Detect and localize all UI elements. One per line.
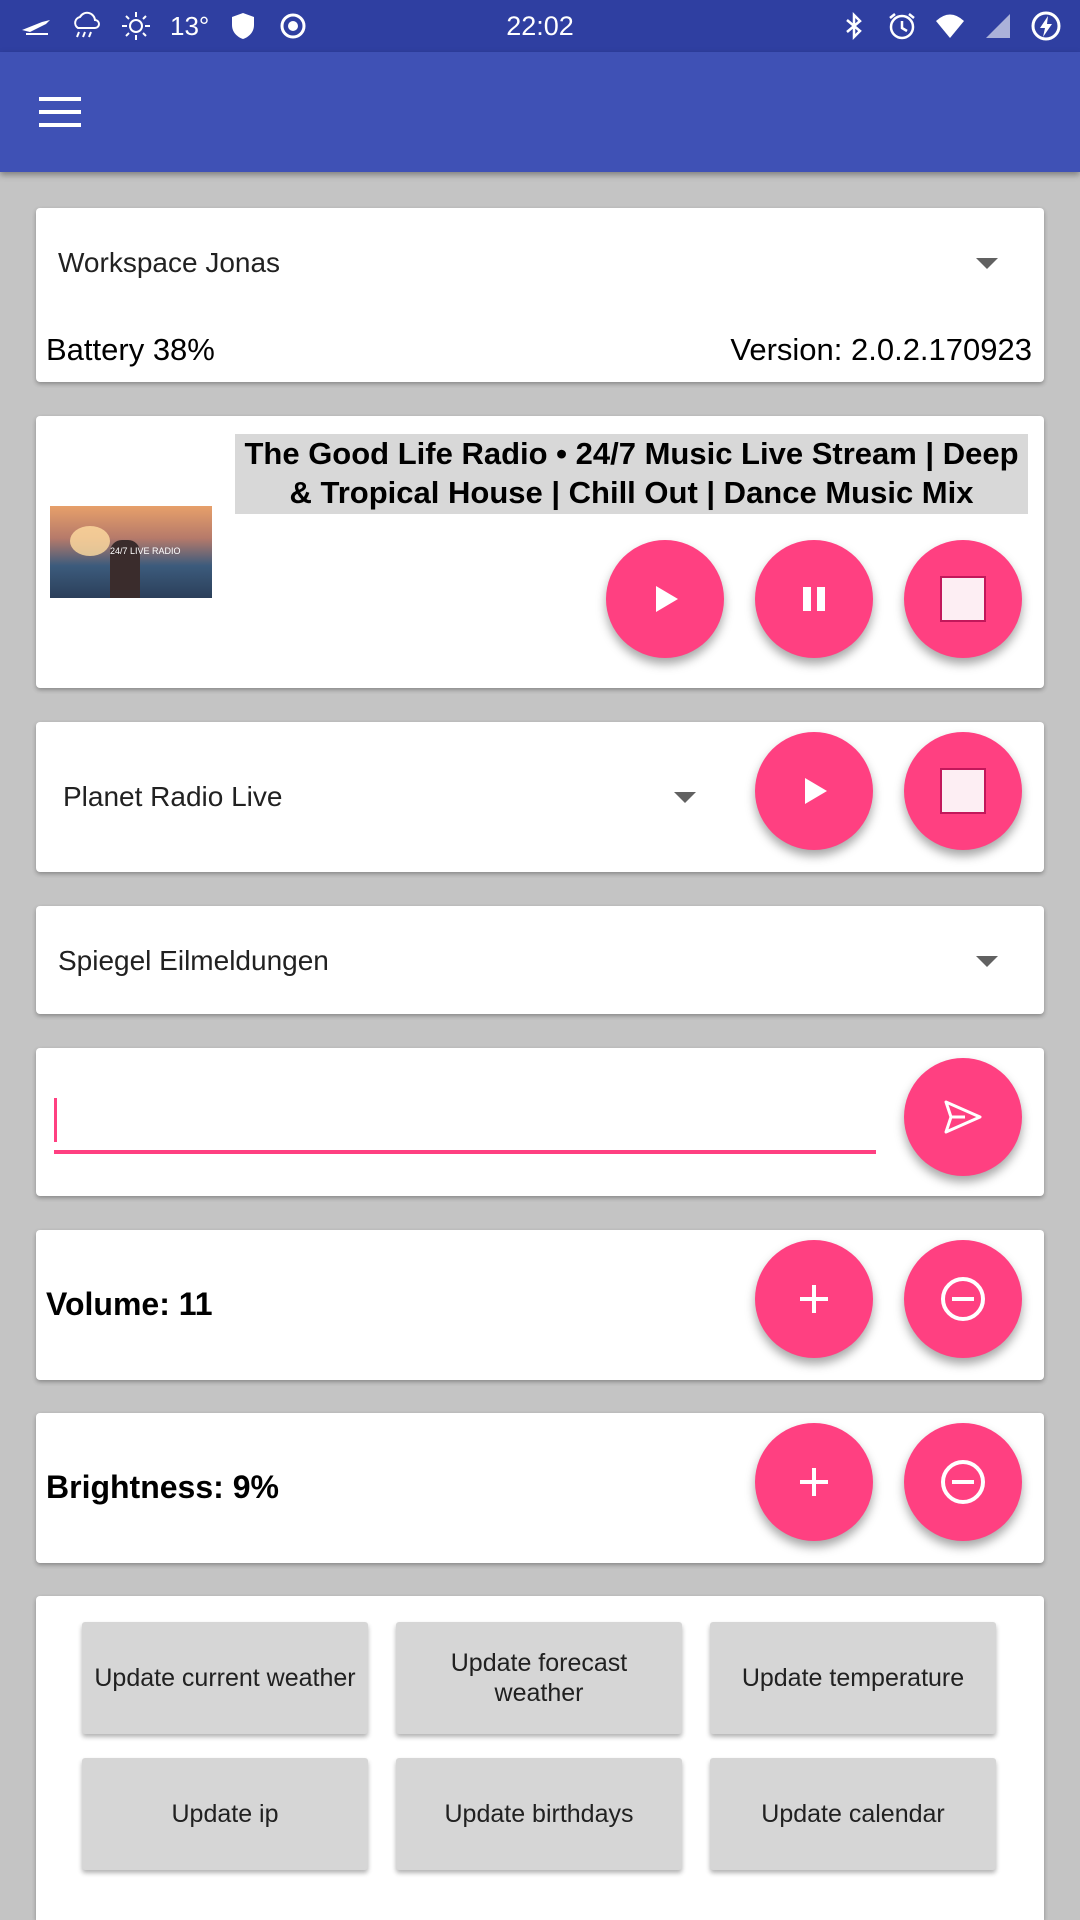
now-playing-card: 24/7 LIVE RADIO The Good Life Radio • 24… [36, 416, 1044, 688]
status-bar: 13° 22:02 [0, 0, 1080, 52]
volume-label: Volume: 11 [46, 1286, 213, 1322]
dropdown-arrow-icon [674, 792, 696, 803]
update-current-weather-button[interactable]: Update current weather [82, 1622, 368, 1734]
volume-up-button[interactable] [755, 1240, 873, 1358]
stop-icon [940, 576, 986, 622]
wifi-icon [936, 14, 964, 38]
send-icon [944, 1100, 982, 1134]
battery-charging-icon [1031, 11, 1061, 41]
thumbnail-sun-glow [70, 526, 110, 556]
news-spinner[interactable]: Spiegel Eilmeldungen [36, 926, 1044, 996]
brightness-down-button[interactable] [904, 1423, 1022, 1541]
bluetooth-icon [846, 11, 862, 41]
send-button[interactable] [904, 1058, 1022, 1176]
stop-button[interactable] [904, 540, 1022, 658]
dropdown-arrow-icon [976, 956, 998, 967]
brightness-card: Brightness: 9% [36, 1413, 1044, 1563]
play-button[interactable] [606, 540, 724, 658]
text-cursor [54, 1098, 57, 1142]
remove-circle-icon [941, 1277, 985, 1321]
update-calendar-button[interactable]: Update calendar [710, 1758, 996, 1870]
message-input[interactable] [54, 1098, 876, 1154]
radio-spinner[interactable]: Planet Radio Live [36, 762, 736, 832]
brightness-label: Brightness: 9% [46, 1469, 279, 1505]
pause-icon [803, 587, 825, 611]
update-birthdays-button[interactable]: Update birthdays [396, 1758, 682, 1870]
update-ip-button[interactable]: Update ip [82, 1758, 368, 1870]
radio-stop-button[interactable] [904, 732, 1022, 850]
hamburger-menu-icon [39, 97, 81, 127]
updates-card: Update current weather Update forecast w… [36, 1596, 1044, 1920]
volume-down-button[interactable] [904, 1240, 1022, 1358]
play-icon [656, 586, 678, 612]
news-spinner-value: Spiegel Eilmeldungen [58, 945, 329, 976]
workspace-spinner[interactable]: Workspace Jonas [36, 228, 1044, 298]
alarm-icon [889, 13, 915, 40]
signal-icon [986, 14, 1010, 38]
message-card [36, 1048, 1044, 1196]
workspace-spinner-value: Workspace Jonas [58, 247, 281, 278]
play-icon [805, 778, 827, 804]
menu-button[interactable] [30, 82, 90, 142]
plus-icon [800, 1468, 828, 1496]
volume-card: Volume: 11 [36, 1230, 1044, 1380]
workspace-card: Workspace Jonas Battery 38% Version: 2.0… [36, 208, 1044, 382]
battery-label: Battery 38% [46, 332, 215, 367]
update-temperature-button[interactable]: Update temperature [710, 1622, 996, 1734]
stream-thumbnail: 24/7 LIVE RADIO [50, 506, 212, 598]
dropdown-arrow-icon [976, 258, 998, 269]
remove-circle-icon [941, 1460, 985, 1504]
stop-icon [940, 768, 986, 814]
news-card: Spiegel Eilmeldungen [36, 906, 1044, 1014]
plus-icon [800, 1285, 828, 1313]
radio-play-button[interactable] [755, 732, 873, 850]
brightness-up-button[interactable] [755, 1423, 873, 1541]
radio-spinner-value: Planet Radio Live [63, 781, 283, 812]
version-label: Version: 2.0.2.170923 [730, 332, 1032, 367]
app-bar [0, 52, 1080, 172]
pause-button[interactable] [755, 540, 873, 658]
now-playing-title: The Good Life Radio • 24/7 Music Live St… [235, 434, 1028, 514]
update-forecast-weather-button[interactable]: Update forecast weather [396, 1622, 682, 1734]
thumbnail-text: 24/7 LIVE RADIO [110, 546, 181, 556]
radio-card: Planet Radio Live [36, 722, 1044, 872]
